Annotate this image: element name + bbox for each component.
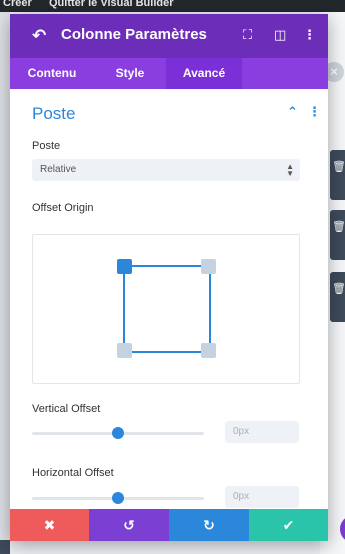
save-button[interactable]: ✔ [249,509,328,541]
position-label: Poste [32,140,61,152]
origin-handle-bottom-right[interactable] [201,343,216,358]
redo-icon: ↻ [203,517,215,533]
undo-button[interactable]: ↺ [89,509,169,541]
left-edge-strip [0,12,10,554]
trash-icon[interactable]: 🗑 [332,160,345,173]
trash-icon[interactable]: 🗑 [332,282,345,295]
split-view-icon[interactable]: ◫ [274,27,286,43]
select-arrows-icon: ▲ ▼ [286,162,294,178]
tab-style[interactable]: Style [94,58,166,89]
redo-button[interactable]: ↻ [169,509,249,541]
horizontal-offset-slider[interactable] [32,492,204,504]
origin-handle-top-left[interactable] [117,259,132,274]
row-tab-3[interactable]: 🗑 [330,272,345,322]
undo-icon: ↺ [123,517,135,533]
row-tab-2[interactable]: 🗑 [330,210,345,260]
modal-footer: ✖ ↺ ↻ ✔ [10,509,328,541]
modal-tabs: Contenu Style Avancé [10,58,328,89]
horizontal-offset-input[interactable]: 0px [225,486,299,508]
origin-handle-bottom-left[interactable] [117,343,132,358]
create-menu[interactable]: Créer [3,0,32,9]
modal-body: Poste ⌃ ⋮ Poste Relative ▲ ▼ Offset Origi… [10,89,328,509]
check-icon: ✔ [282,517,295,533]
tab-avance[interactable]: Avancé [166,58,242,89]
fullscreen-icon[interactable]: ⛶ [243,27,252,43]
origin-handle-top-right[interactable] [201,259,216,274]
vertical-offset-slider[interactable] [32,427,204,439]
settings-modal: ↶ Colonne Paramètres ⛶ ◫ ⋮ Contenu Style… [10,14,328,541]
horizontal-offset-value: 0px [233,491,250,502]
origin-square [123,265,211,353]
row-tab-1[interactable]: 🗑 [330,150,345,200]
horizontal-offset-label: Horizontal Offset [32,467,114,479]
modal-header: ↶ Colonne Paramètres ⛶ ◫ ⋮ [10,14,328,58]
offset-origin-label: Offset Origin [32,202,94,214]
offset-origin-picker [32,234,300,384]
horizontal-offset-thumb[interactable] [112,492,124,504]
quit-visual-builder-link[interactable]: Quitter le Visual Builder [49,0,174,9]
cancel-button[interactable]: ✖ [10,509,89,541]
vertical-offset-thumb[interactable] [112,427,124,439]
section-more-icon[interactable]: ⋮ [308,104,321,120]
tab-contenu[interactable]: Contenu [10,58,94,89]
more-options-icon[interactable]: ⋮ [303,27,316,43]
chevron-up-icon[interactable]: ⌃ [287,104,298,120]
back-icon[interactable]: ↶ [32,26,46,46]
vertical-offset-label: Vertical Offset [32,403,101,415]
close-icon: ✖ [43,517,56,533]
vertical-offset-value: 0px [233,426,250,437]
section-title[interactable]: Poste [32,104,75,124]
position-select[interactable]: Relative ▲ ▼ [32,159,300,181]
trash-icon[interactable]: 🗑 [332,220,345,233]
wp-admin-bar: Créer Quitter le Visual Builder [0,0,345,12]
vertical-offset-input[interactable]: 0px [225,421,299,443]
left-tab[interactable] [0,540,10,554]
modal-title: Colonne Paramètres [61,26,207,43]
position-select-value: Relative [40,164,77,175]
